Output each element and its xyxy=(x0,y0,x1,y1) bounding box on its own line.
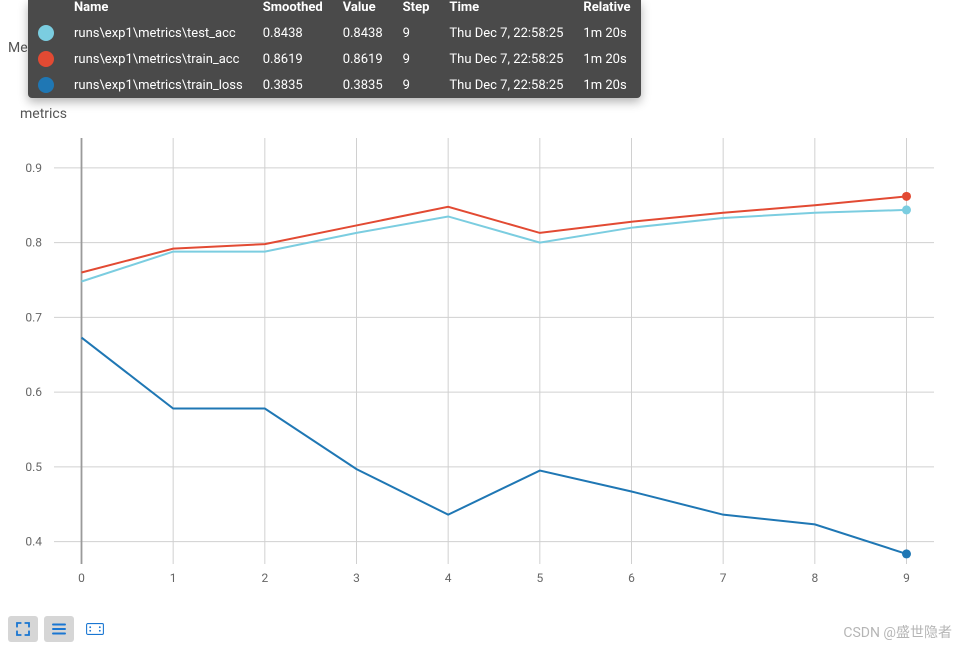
svg-text:0: 0 xyxy=(78,571,85,585)
run-value: 0.8438 xyxy=(333,20,393,46)
run-value: 0.3835 xyxy=(333,72,393,98)
series-endpoint xyxy=(902,205,911,214)
line-chart[interactable]: 0 1 2 3 4 5 6 7 8 9 0.4 0.5 0.6 0.7 0.8 0.9 xyxy=(0,130,962,600)
run-name: runs\exp1\metrics\test_acc xyxy=(64,20,253,46)
run-time: Thu Dec 7, 22:58:25 xyxy=(439,72,573,98)
svg-text:9: 9 xyxy=(903,571,910,585)
svg-text:7: 7 xyxy=(720,571,727,585)
run-smoothed: 0.8619 xyxy=(253,46,333,72)
run-relative: 1m 20s xyxy=(573,72,640,98)
col-name: Name xyxy=(64,0,253,20)
fit-domain-button[interactable] xyxy=(80,616,110,642)
fit-icon xyxy=(86,620,104,638)
run-value: 0.8619 xyxy=(333,46,393,72)
run-smoothed: 0.8438 xyxy=(253,20,333,46)
svg-text:5: 5 xyxy=(536,571,543,585)
col-time: Time xyxy=(439,0,573,20)
svg-text:0.4: 0.4 xyxy=(25,535,42,549)
run-tooltip: Name Smoothed Value Step Time Relative r… xyxy=(28,0,641,98)
series-endpoint xyxy=(902,549,911,558)
run-time: Thu Dec 7, 22:58:25 xyxy=(439,20,573,46)
watermark: CSDN @盛世隐者 xyxy=(843,622,952,642)
series-endpoint xyxy=(902,192,911,201)
svg-text:2: 2 xyxy=(261,571,268,585)
svg-text:3: 3 xyxy=(353,571,360,585)
run-name: runs\exp1\metrics\train_acc xyxy=(64,46,253,72)
svg-text:0.7: 0.7 xyxy=(25,310,42,324)
col-relative: Relative xyxy=(573,0,640,20)
expand-icon xyxy=(14,620,32,638)
svg-text:1: 1 xyxy=(170,571,177,585)
list-icon xyxy=(50,620,68,638)
run-smoothed: 0.3835 xyxy=(253,72,333,98)
run-name: runs\exp1\metrics\train_loss xyxy=(64,72,253,98)
col-smoothed: Smoothed xyxy=(253,0,333,20)
run-color-dot xyxy=(38,25,54,41)
run-relative: 1m 20s xyxy=(573,20,640,46)
series-line xyxy=(82,196,907,272)
svg-text:0.9: 0.9 xyxy=(25,161,42,175)
tooltip-row: runs\exp1\metrics\train_acc0.86190.86199… xyxy=(28,46,641,72)
sidebar-label-fragment: Me xyxy=(8,40,28,56)
svg-text:0.6: 0.6 xyxy=(25,385,42,399)
run-time: Thu Dec 7, 22:58:25 xyxy=(439,46,573,72)
col-value: Value xyxy=(333,0,393,20)
toggle-y-log-button[interactable] xyxy=(44,616,74,642)
tooltip-row: runs\exp1\metrics\test_acc0.84380.84389T… xyxy=(28,20,641,46)
svg-text:8: 8 xyxy=(811,571,818,585)
svg-text:4: 4 xyxy=(445,571,452,585)
expand-button[interactable] xyxy=(8,616,38,642)
run-step: 9 xyxy=(393,46,440,72)
run-relative: 1m 20s xyxy=(573,46,640,72)
col-step: Step xyxy=(393,0,440,20)
run-color-dot xyxy=(38,77,54,93)
chart-toolbar xyxy=(8,616,110,642)
series-line xyxy=(82,338,907,554)
svg-text:6: 6 xyxy=(628,571,635,585)
run-color-dot xyxy=(38,51,54,67)
run-step: 9 xyxy=(393,72,440,98)
svg-text:0.8: 0.8 xyxy=(25,236,42,250)
tooltip-row: runs\exp1\metrics\train_loss0.38350.3835… xyxy=(28,72,641,98)
chart-title: metrics xyxy=(20,106,67,122)
tooltip-header-row: Name Smoothed Value Step Time Relative xyxy=(28,0,641,20)
svg-text:0.5: 0.5 xyxy=(25,460,42,474)
run-step: 9 xyxy=(393,20,440,46)
